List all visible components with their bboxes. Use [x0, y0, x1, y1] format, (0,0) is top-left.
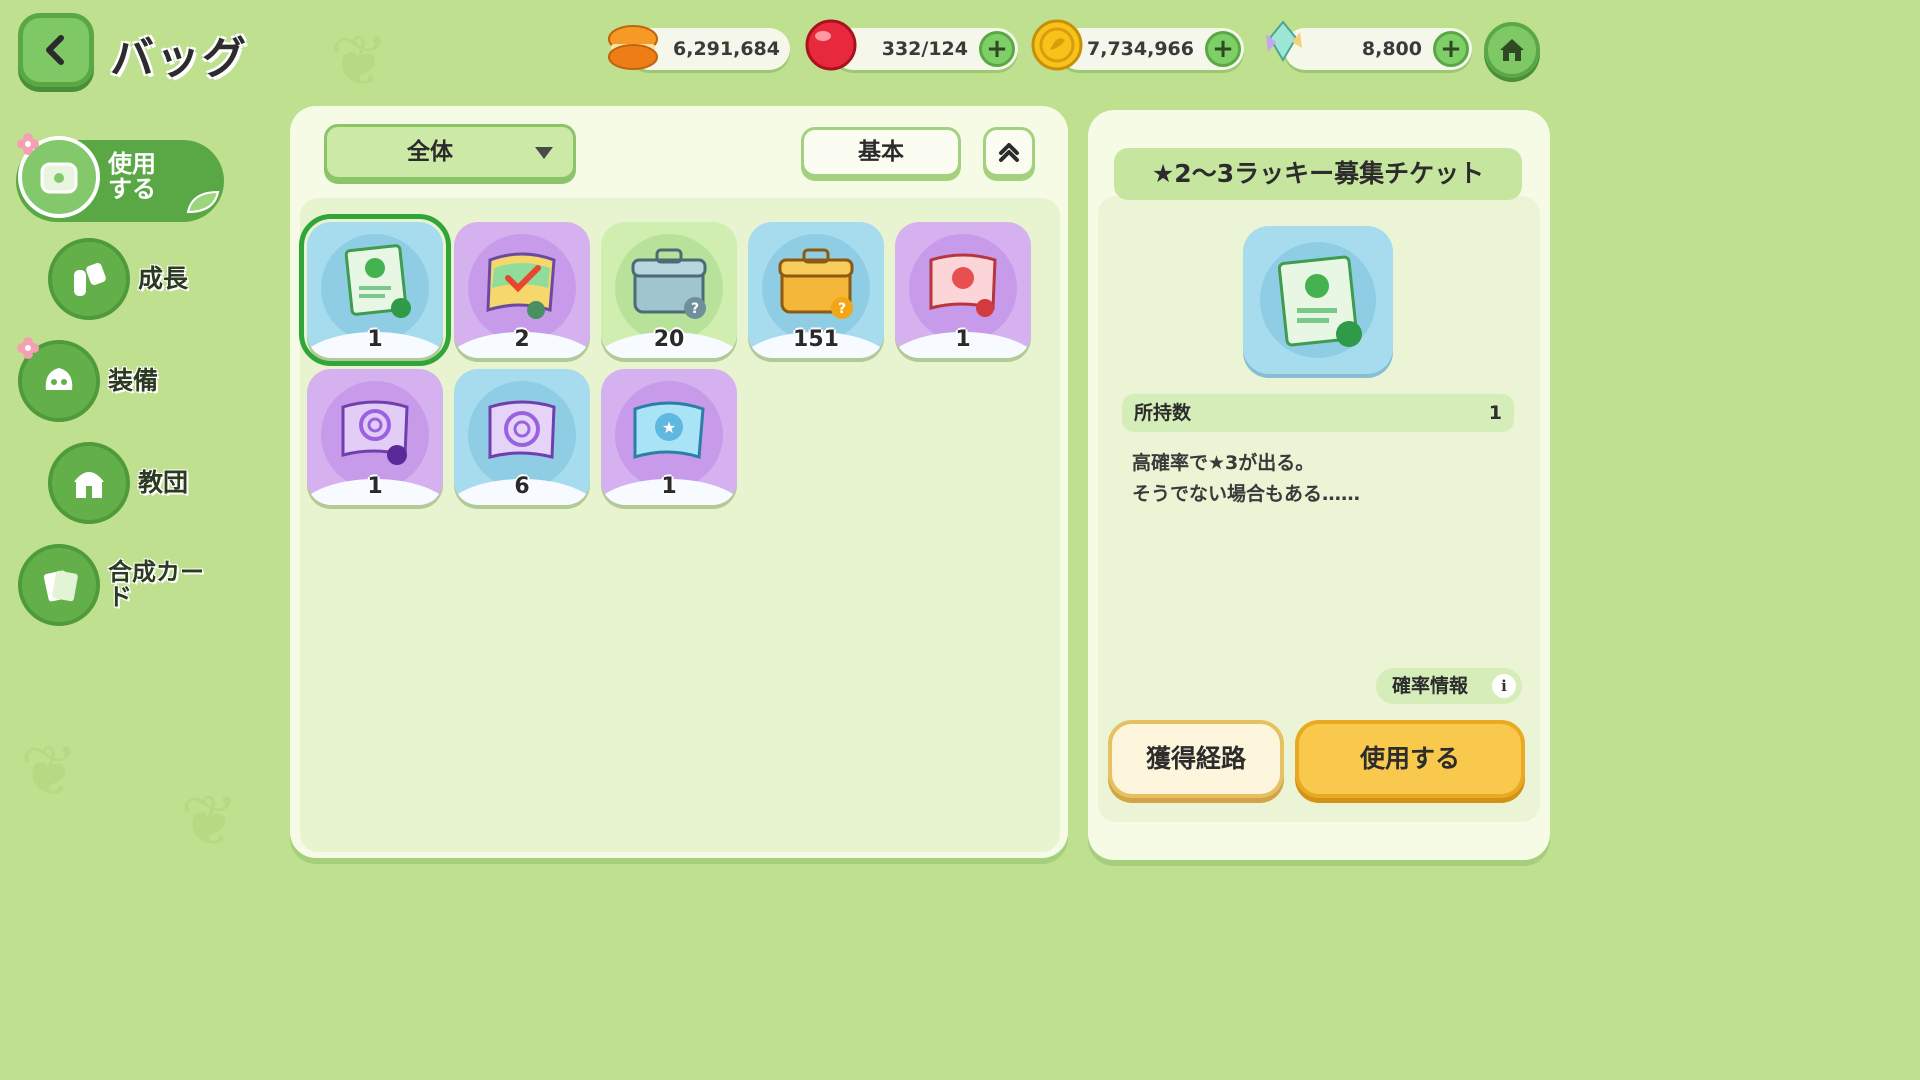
temple-icon — [74, 472, 104, 498]
sidebar-item-label: 合成カード — [108, 557, 204, 611]
currency-value: 6,291,684 — [673, 38, 780, 60]
sidebar-item-label: 成長 — [138, 263, 189, 293]
rainbow-crystal-icon — [1266, 20, 1302, 62]
background-leaf-icon: ❦ — [330, 20, 389, 102]
purple-swirl-ticket-icon — [341, 400, 409, 465]
inventory-item[interactable]: ? 151 — [748, 222, 884, 358]
owned-count-value: 1 — [1488, 402, 1502, 424]
item-description: 高確率で★3が出る。 そうでない場合もある…… — [1132, 448, 1512, 510]
inventory-item[interactable]: ? 20 — [601, 222, 737, 358]
currency-crystal: 8,800 + — [1284, 28, 1472, 70]
background-leaf-icon: ❦ — [20, 730, 79, 812]
acquisition-route-button[interactable]: 獲得経路 — [1108, 720, 1284, 798]
svg-text:?: ? — [838, 301, 846, 317]
sidebar-item-cult[interactable]: 教団 — [48, 442, 188, 524]
currency-value: 7,734,966 — [1087, 38, 1194, 60]
red-gem-icon — [805, 19, 857, 71]
sidebar-item-synthesis-card[interactable]: 合成カード — [18, 544, 204, 626]
inventory-item[interactable]: 1 — [307, 369, 443, 505]
caret-down-icon — [535, 147, 553, 159]
sidebar-item-use[interactable]: 使用する — [18, 136, 168, 218]
item-quantity: 1 — [367, 474, 383, 499]
item-quantity: 6 — [514, 474, 530, 499]
sort-order-button[interactable] — [983, 127, 1035, 177]
add-coin-button[interactable]: + — [1205, 31, 1241, 67]
outfit-icon — [45, 368, 73, 390]
gold-coin-icon — [1031, 19, 1083, 71]
use-item-button[interactable]: 使用する — [1295, 720, 1525, 798]
inventory-item[interactable]: 2 — [454, 222, 590, 358]
potion-icon — [74, 262, 106, 296]
macaron-icon — [608, 25, 658, 70]
item-quantity: 1 — [955, 327, 971, 352]
sidebar-item-label: 教団 — [138, 467, 189, 497]
item-detail-image — [1243, 226, 1393, 374]
owned-count-label: 所持数 — [1134, 402, 1192, 424]
green-ticket-icon — [1260, 242, 1376, 358]
item-quantity: 2 — [514, 327, 530, 352]
inventory-item[interactable]: 1 — [895, 222, 1031, 358]
rainbow-ticket-icon — [486, 252, 556, 319]
double-chevron-up-icon — [999, 143, 1019, 162]
item-description-line: 高確率で★3が出る。 — [1132, 452, 1315, 474]
chevron-left-icon — [46, 35, 64, 65]
sidebar-item-growth[interactable]: 成長 — [48, 238, 188, 320]
card-icon — [43, 570, 78, 602]
inventory-item[interactable]: ★ 1 — [601, 369, 737, 505]
category-dropdown-value: 全体 — [407, 139, 453, 165]
probability-info-label: 確率情報 — [1392, 675, 1469, 697]
item-detail-title: ★2～3ラッキー募集チケット — [1114, 148, 1522, 200]
item-quantity: 151 — [793, 327, 839, 352]
flower-badge-icon — [17, 133, 39, 155]
sidebar-item-label: 使用する — [108, 149, 156, 203]
sort-button[interactable]: 基本 — [801, 127, 961, 177]
silver-box-icon: ? — [631, 248, 707, 319]
home-button[interactable] — [1484, 22, 1540, 78]
currency-gem: 332/124 + — [832, 28, 1018, 70]
item-quantity: 1 — [367, 327, 383, 352]
blue-star-ticket-icon: ★ — [633, 401, 705, 460]
page-title: バッグ — [110, 33, 248, 84]
green-ticket-icon — [344, 244, 411, 318]
inventory-item[interactable]: 1 — [299, 214, 451, 366]
svg-text:★: ★ — [662, 418, 676, 437]
add-gem-button[interactable]: + — [979, 31, 1015, 67]
sidebar-item-label: 装備 — [108, 365, 159, 395]
inventory-item[interactable]: 6 — [454, 369, 590, 505]
home-icon — [1500, 39, 1524, 61]
svg-text:?: ? — [691, 301, 699, 317]
add-crystal-button[interactable]: + — [1433, 31, 1469, 67]
swirl-ticket-icon — [488, 400, 556, 459]
category-dropdown[interactable]: 全体 — [324, 124, 576, 180]
currency-value: 332/124 — [881, 38, 968, 60]
owned-count-row: 所持数 1 — [1122, 394, 1514, 432]
background-leaf-icon: ❦ — [180, 780, 239, 862]
chest-icon — [40, 162, 78, 194]
currency-value: 8,800 — [1361, 38, 1422, 60]
currency-coin: 7,734,966 + — [1058, 28, 1244, 70]
item-description-line: そうでない場合もある…… — [1132, 483, 1361, 505]
red-ticket-icon — [929, 253, 997, 317]
item-quantity: 1 — [661, 474, 677, 499]
leaf-icon — [186, 190, 220, 214]
probability-info-button[interactable]: 確率情報 i — [1376, 668, 1522, 704]
item-quantity: 20 — [653, 327, 685, 352]
gold-box-icon: ? — [778, 248, 854, 319]
info-icon: i — [1492, 674, 1516, 698]
flower-badge-icon — [17, 337, 39, 359]
back-button[interactable] — [18, 13, 94, 87]
